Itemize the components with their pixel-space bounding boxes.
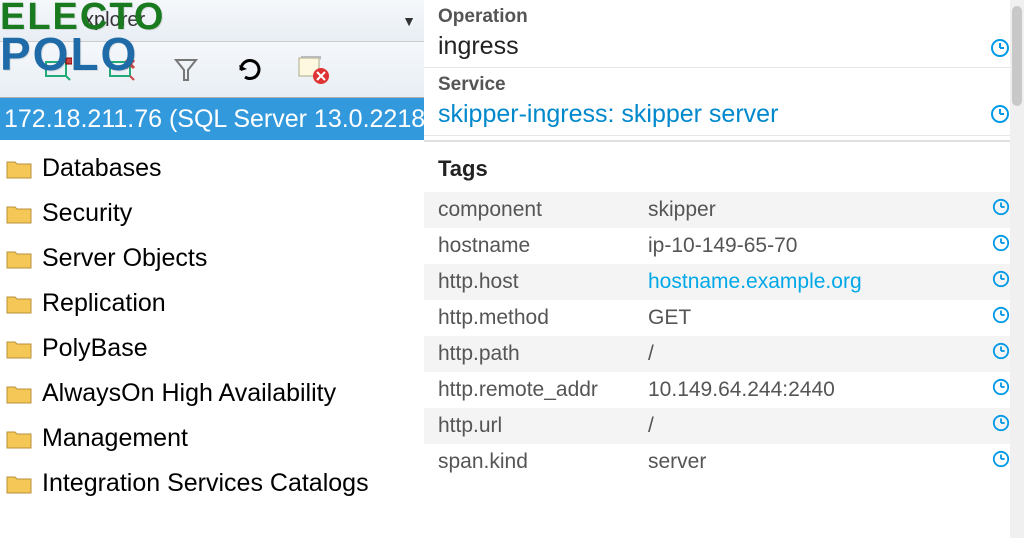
tag-key: http.host	[438, 270, 648, 294]
explorer-header: xplorer ▼	[0, 0, 424, 42]
tag-key: http.url	[438, 414, 648, 438]
tag-row: http.hosthostname.example.org	[424, 264, 1024, 300]
folder-icon	[6, 204, 32, 224]
explorer-title: xplorer	[84, 9, 145, 32]
tag-value: skipper	[648, 198, 716, 222]
tag-key: hostname	[438, 234, 648, 258]
clock-icon[interactable]	[992, 198, 1010, 222]
tree-item-label: Server Objects	[42, 244, 207, 273]
toolbar	[0, 42, 424, 98]
folder-icon	[6, 384, 32, 404]
tree-item-label: Integration Services Catalogs	[42, 469, 369, 498]
tag-row: http.methodGET	[424, 300, 1024, 336]
tag-key: http.remote_addr	[438, 378, 648, 402]
tree-item-replication[interactable]: Replication	[0, 281, 424, 326]
tree-item-label: AlwaysOn High Availability	[42, 379, 336, 408]
tree-item-label: Security	[42, 199, 132, 228]
clock-icon[interactable]	[992, 270, 1010, 294]
tag-value[interactable]: hostname.example.org	[648, 270, 862, 294]
folder-icon	[6, 294, 32, 314]
tree: Databases Security Server Objects Replic…	[0, 140, 424, 506]
tag-row: http.remote_addr10.149.64.244:2440	[424, 372, 1024, 408]
clock-icon[interactable]	[992, 342, 1010, 366]
clock-icon[interactable]	[990, 38, 1010, 64]
dropdown-icon[interactable]: ▼	[402, 13, 416, 29]
connect-icon[interactable]	[40, 52, 76, 88]
operation-section: Operation ingress	[424, 0, 1024, 68]
tag-row: componentskipper	[424, 192, 1024, 228]
tag-row: hostnameip-10-149-65-70	[424, 228, 1024, 264]
tag-value: /	[648, 342, 654, 366]
tag-value: /	[648, 414, 654, 438]
scroll-thumb[interactable]	[1012, 6, 1022, 106]
tree-item-label: Databases	[42, 154, 162, 183]
tag-value: 10.149.64.244:2440	[648, 378, 835, 402]
tag-value: server	[648, 450, 706, 474]
tag-key: http.path	[438, 342, 648, 366]
scrollbar[interactable]	[1010, 0, 1024, 538]
folder-icon	[6, 474, 32, 494]
tag-key: span.kind	[438, 450, 648, 474]
tree-item-label: PolyBase	[42, 334, 148, 363]
tag-row: span.kindserver	[424, 444, 1024, 480]
clock-icon[interactable]	[992, 234, 1010, 258]
tree-item-databases[interactable]: Databases	[0, 146, 424, 191]
server-label: 172.18.211.76 (SQL Server 13.0.2218.0	[4, 105, 424, 134]
service-label: Service	[438, 74, 1010, 96]
tag-value: ip-10-149-65-70	[648, 234, 797, 258]
detail-panel: Operation ingress Service skipper-ingres…	[424, 0, 1024, 538]
tag-value: GET	[648, 306, 691, 330]
folder-icon	[6, 339, 32, 359]
operation-label: Operation	[438, 6, 1010, 28]
clock-icon[interactable]	[992, 414, 1010, 438]
tag-key: component	[438, 198, 648, 222]
tree-item-label: Replication	[42, 289, 166, 318]
clock-icon[interactable]	[992, 378, 1010, 402]
service-value[interactable]: skipper-ingress: skipper server	[438, 100, 1010, 129]
folder-icon	[6, 429, 32, 449]
refresh-icon[interactable]	[232, 52, 268, 88]
tree-item-polybase[interactable]: PolyBase	[0, 326, 424, 371]
tags-header: Tags	[424, 142, 1024, 192]
tag-row: http.path/	[424, 336, 1024, 372]
operation-value: ingress	[438, 32, 1010, 61]
disconnect-icon[interactable]	[104, 52, 140, 88]
tree-item-label: Management	[42, 424, 188, 453]
filter-icon[interactable]	[168, 52, 204, 88]
folder-icon	[6, 249, 32, 269]
folder-icon	[6, 159, 32, 179]
tree-item-security[interactable]: Security	[0, 191, 424, 236]
service-section: Service skipper-ingress: skipper server	[424, 68, 1024, 136]
stop-script-icon[interactable]	[296, 52, 332, 88]
clock-icon[interactable]	[990, 104, 1010, 130]
server-node[interactable]: 172.18.211.76 (SQL Server 13.0.2218.0	[0, 98, 424, 140]
tag-key: http.method	[438, 306, 648, 330]
clock-icon[interactable]	[992, 306, 1010, 330]
clock-icon[interactable]	[992, 450, 1010, 474]
tree-item-integration-services[interactable]: Integration Services Catalogs	[0, 461, 424, 506]
tree-item-server-objects[interactable]: Server Objects	[0, 236, 424, 281]
tags-section: Tags componentskipperhostnameip-10-149-6…	[424, 140, 1024, 480]
object-explorer-panel: ELECTO POLO xplorer ▼ 172.18	[0, 0, 424, 538]
tree-item-management[interactable]: Management	[0, 416, 424, 461]
tag-row: http.url/	[424, 408, 1024, 444]
tree-item-alwayson[interactable]: AlwaysOn High Availability	[0, 371, 424, 416]
